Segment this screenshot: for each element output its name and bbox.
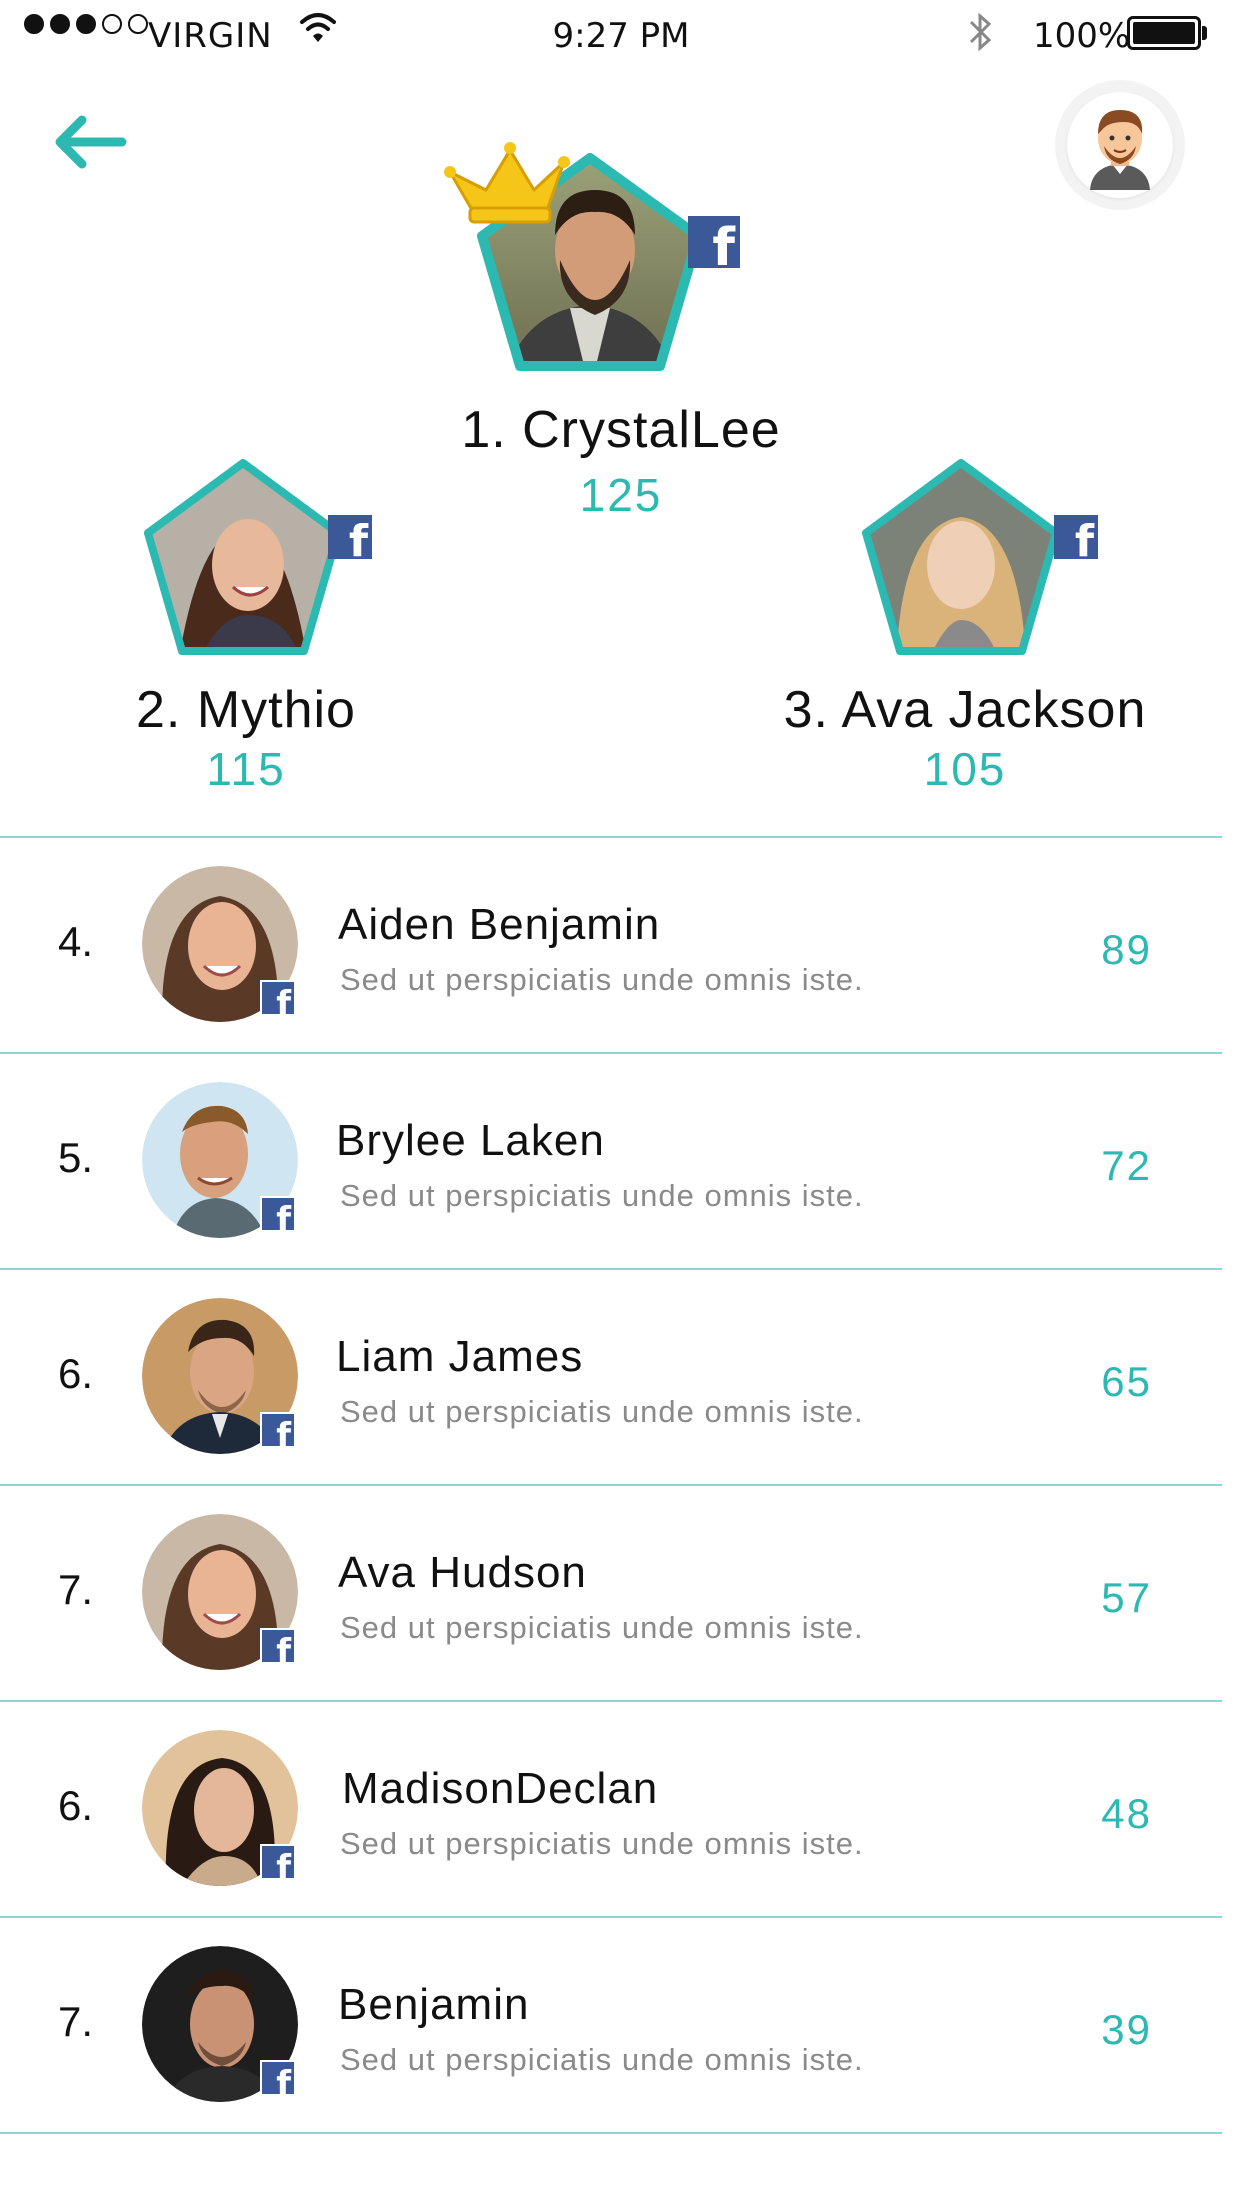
back-button[interactable] xyxy=(52,112,132,172)
podium-third-name: 3. Ava Jackson xyxy=(783,681,1147,739)
player-name: Brylee Laken xyxy=(336,1116,605,1165)
player-subtitle: Sed ut perspiciatis unde omnis iste. xyxy=(340,1394,864,1429)
player-name: Liam James xyxy=(336,1332,584,1381)
facebook-icon: f xyxy=(260,980,296,1016)
rank: 7. xyxy=(58,1566,94,1613)
player-subtitle: Sed ut perspiciatis unde omnis iste. xyxy=(340,2042,864,2077)
podium-second[interactable]: f xyxy=(138,455,378,665)
user-avatar-icon xyxy=(1090,110,1150,190)
podium-first-name: 1. CrystalLee xyxy=(461,401,781,459)
player-subtitle: Sed ut perspiciatis unde omnis iste. xyxy=(340,1610,864,1645)
player-score: 89 xyxy=(1101,926,1152,973)
player-score: 48 xyxy=(1101,1790,1152,1837)
podium-second-name: 2. Mythio xyxy=(136,681,356,739)
pentagon-avatar-second xyxy=(144,459,342,655)
facebook-icon: f xyxy=(260,1844,296,1880)
avatar: f xyxy=(142,1082,298,1238)
podium-first[interactable]: f xyxy=(444,140,760,380)
player-score: 65 xyxy=(1101,1358,1152,1405)
podium-first-score: 125 xyxy=(579,469,663,521)
rank: 4. xyxy=(58,918,94,965)
avatar: f xyxy=(142,866,298,1022)
avatar: f xyxy=(142,1298,298,1454)
rank: 6. xyxy=(58,1782,94,1829)
player-subtitle: Sed ut perspiciatis unde omnis iste. xyxy=(340,1178,864,1213)
podium-third[interactable]: f xyxy=(856,455,1098,665)
leaderboard-list: 4. f Aiden Benjamin Sed ut perspiciatis … xyxy=(0,836,1222,2134)
podium-third-score: 105 xyxy=(923,743,1007,795)
facebook-icon: f xyxy=(260,2060,296,2096)
battery-icon xyxy=(1127,16,1201,50)
facebook-icon: f xyxy=(688,216,740,268)
list-item[interactable]: 6. f MadisonDeclan Sed ut perspiciatis u… xyxy=(0,1700,1222,1916)
rank: 5. xyxy=(58,1134,94,1181)
facebook-icon: f xyxy=(328,515,372,559)
list-item[interactable]: 6. f Liam James Sed ut perspiciatis unde… xyxy=(0,1268,1222,1484)
facebook-icon: f xyxy=(260,1412,296,1448)
avatar: f xyxy=(142,1730,298,1886)
player-score: 39 xyxy=(1101,2006,1152,2053)
status-bar: VIRGIN 9:27 PM 100% xyxy=(0,0,1242,70)
list-item[interactable]: 5. f Brylee Laken Sed ut perspiciatis un… xyxy=(0,1052,1222,1268)
battery-percent: 100% xyxy=(1033,16,1131,56)
avatar: f xyxy=(142,1514,298,1670)
player-name: Benjamin xyxy=(338,1980,530,2029)
facebook-icon: f xyxy=(260,1628,296,1664)
podium-second-score: 115 xyxy=(206,743,286,795)
avatar: f xyxy=(142,1946,298,2102)
player-subtitle: Sed ut perspiciatis unde omnis iste. xyxy=(340,962,864,997)
profile-button[interactable] xyxy=(1055,80,1185,210)
list-item[interactable]: 7. f Benjamin Sed ut perspiciatis unde o… xyxy=(0,1916,1222,2134)
facebook-icon: f xyxy=(1054,515,1098,559)
player-subtitle: Sed ut perspiciatis unde omnis iste. xyxy=(340,1826,864,1861)
rank: 7. xyxy=(58,1998,94,2045)
list-item[interactable]: 4. f Aiden Benjamin Sed ut perspiciatis … xyxy=(0,836,1222,1052)
player-name: MadisonDeclan xyxy=(342,1764,659,1813)
player-name: Aiden Benjamin xyxy=(338,900,661,949)
player-name: Ava Hudson xyxy=(338,1548,587,1597)
crown-icon xyxy=(444,142,570,224)
pentagon-avatar-third xyxy=(862,459,1060,655)
player-score: 72 xyxy=(1101,1142,1152,1189)
player-score: 57 xyxy=(1101,1574,1152,1621)
arrow-left-icon xyxy=(55,115,127,169)
list-item[interactable]: 7. f Ava Hudson Sed ut perspiciatis unde… xyxy=(0,1484,1222,1700)
bluetooth-icon xyxy=(965,10,995,63)
rank: 6. xyxy=(58,1350,94,1397)
facebook-icon: f xyxy=(260,1196,296,1232)
